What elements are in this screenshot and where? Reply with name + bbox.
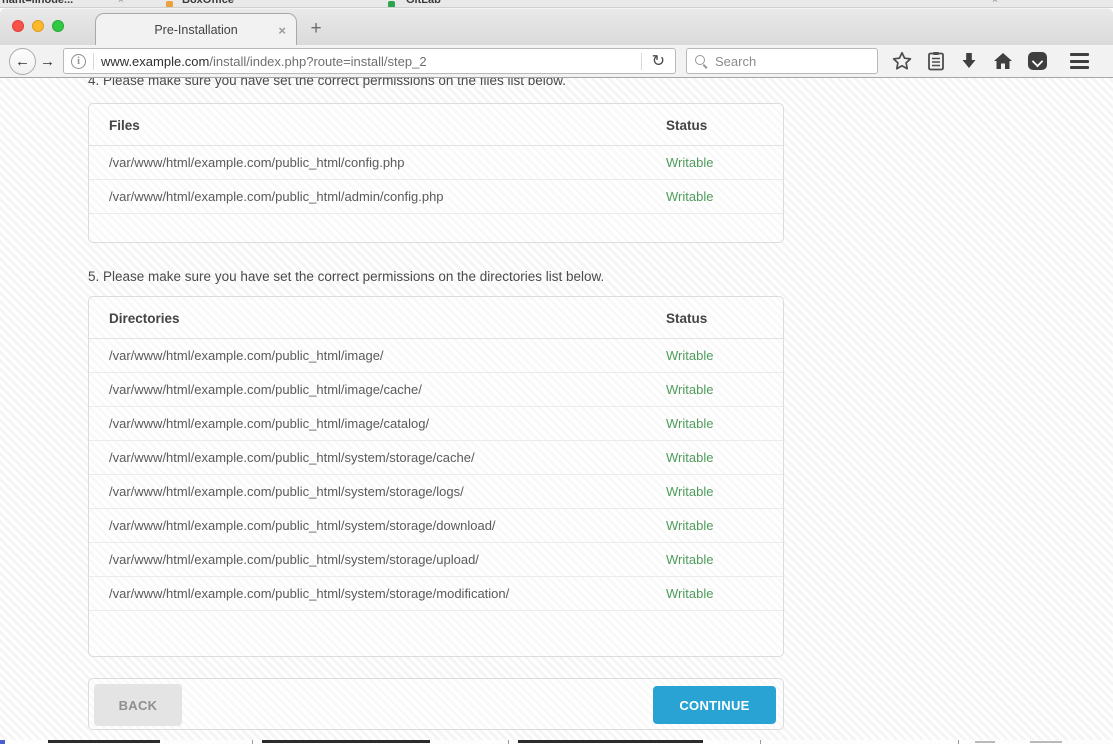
column-header-directories: Directories bbox=[109, 311, 666, 326]
bookmark-star-icon[interactable] bbox=[892, 51, 912, 71]
table-header: Files Status bbox=[89, 104, 783, 146]
directory-path: /var/www/html/example.com/public_html/sy… bbox=[109, 586, 666, 601]
gitlab-favicon bbox=[388, 1, 395, 8]
table-row: /var/www/html/example.com/public_html/im… bbox=[89, 407, 783, 441]
table-row: /var/www/html/example.com/public_html/sy… bbox=[89, 577, 783, 611]
step-4-instruction: 4. Please make sure you have set the cor… bbox=[88, 78, 566, 88]
files-table: Files Status /var/www/html/example.com/p… bbox=[88, 103, 784, 243]
actions-panel: BACK CONTINUE bbox=[88, 678, 784, 730]
directory-path: /var/www/html/example.com/public_html/sy… bbox=[109, 450, 666, 465]
back-step-button[interactable]: BACK bbox=[94, 684, 182, 726]
background-text-fragment bbox=[48, 740, 160, 743]
table-body: /var/www/html/example.com/public_html/im… bbox=[89, 339, 783, 611]
divider bbox=[760, 740, 761, 744]
new-tab-button[interactable]: + bbox=[303, 16, 329, 42]
url-bar[interactable]: i www.example.com/install/index.php?rout… bbox=[63, 48, 676, 74]
browser-window: Pre-Installation × + ← → i www.example.c… bbox=[0, 8, 1113, 744]
directories-table: Directories Status /var/www/html/example… bbox=[88, 296, 784, 657]
tab-title: Pre-Installation bbox=[154, 23, 237, 37]
home-icon[interactable] bbox=[993, 51, 1013, 71]
status-badge: Writable bbox=[666, 189, 763, 204]
url-path: /install/index.php?route=install/step_2 bbox=[209, 54, 426, 69]
table-row: /var/www/html/example.com/public_html/sy… bbox=[89, 475, 783, 509]
reload-icon[interactable]: ↻ bbox=[649, 51, 668, 71]
directory-path: /var/www/html/example.com/public_html/im… bbox=[109, 416, 666, 431]
background-tab-label: GitLab bbox=[406, 0, 441, 6]
table-row: /var/www/html/example.com/public_html/sy… bbox=[89, 543, 783, 577]
divider bbox=[252, 740, 253, 744]
close-icon: × bbox=[992, 0, 998, 6]
table-row: /var/www/html/example.com/public_html/ad… bbox=[89, 180, 783, 214]
tab-pre-installation[interactable]: Pre-Installation × bbox=[95, 13, 297, 46]
url-domain: www.example.com bbox=[101, 54, 209, 69]
background-text-fragment bbox=[518, 740, 703, 743]
background-tab-label: BoxOffice bbox=[182, 0, 234, 6]
background-window-tabstrip: hant=linode... × BoxOffice GitLab × bbox=[0, 0, 1113, 8]
tab-close-icon[interactable]: × bbox=[278, 23, 286, 38]
status-badge: Writable bbox=[666, 382, 763, 397]
file-path: /var/www/html/example.com/public_html/co… bbox=[109, 155, 666, 170]
background-text-fragment bbox=[1030, 741, 1062, 743]
minimize-window-button[interactable] bbox=[32, 20, 44, 32]
table-header: Directories Status bbox=[89, 297, 783, 339]
directory-path: /var/www/html/example.com/public_html/sy… bbox=[109, 518, 666, 533]
site-info-icon[interactable]: i bbox=[71, 54, 86, 69]
background-text-fragment bbox=[975, 741, 995, 743]
close-window-button[interactable] bbox=[12, 20, 24, 32]
table-row: /var/www/html/example.com/public_html/sy… bbox=[89, 441, 783, 475]
table-row: /var/www/html/example.com/public_html/co… bbox=[89, 146, 783, 180]
step-5-instruction: 5. Please make sure you have set the cor… bbox=[88, 269, 604, 284]
table-row: /var/www/html/example.com/public_html/im… bbox=[89, 373, 783, 407]
background-tab-label: hant=linode... bbox=[2, 0, 73, 6]
table-row: /var/www/html/example.com/public_html/sy… bbox=[89, 509, 783, 543]
table-row: /var/www/html/example.com/public_html/im… bbox=[89, 339, 783, 373]
divider bbox=[641, 53, 642, 70]
back-button[interactable]: ← bbox=[9, 48, 36, 75]
background-window-bottom-edge bbox=[0, 740, 1113, 744]
directory-path: /var/www/html/example.com/public_html/im… bbox=[109, 382, 666, 397]
column-header-status: Status bbox=[666, 118, 763, 133]
column-header-status: Status bbox=[666, 311, 763, 326]
file-path: /var/www/html/example.com/public_html/ad… bbox=[109, 189, 666, 204]
forward-button[interactable]: → bbox=[40, 53, 55, 70]
column-header-files: Files bbox=[109, 118, 666, 133]
toolbar-icons bbox=[892, 51, 1089, 71]
search-input[interactable] bbox=[715, 54, 891, 69]
back-icon: ← bbox=[15, 53, 30, 70]
close-icon: × bbox=[118, 0, 124, 6]
status-badge: Writable bbox=[666, 484, 763, 499]
directory-path: /var/www/html/example.com/public_html/sy… bbox=[109, 552, 666, 567]
divider bbox=[508, 740, 509, 744]
pocket-icon[interactable] bbox=[1028, 52, 1047, 70]
url-text[interactable]: www.example.com/install/index.php?route=… bbox=[101, 54, 634, 69]
zoom-window-button[interactable] bbox=[52, 20, 64, 32]
table-body: /var/www/html/example.com/public_html/co… bbox=[89, 146, 783, 214]
status-badge: Writable bbox=[666, 552, 763, 567]
search-icon bbox=[695, 55, 708, 68]
forward-icon: → bbox=[40, 53, 55, 70]
titlebar: Pre-Installation × + bbox=[0, 8, 1113, 45]
directory-path: /var/www/html/example.com/public_html/im… bbox=[109, 348, 666, 363]
status-badge: Writable bbox=[666, 518, 763, 533]
navigation-toolbar: ← → i www.example.com/install/index.php?… bbox=[0, 45, 1113, 78]
page-content: 4. Please make sure you have set the cor… bbox=[0, 78, 1113, 740]
status-badge: Writable bbox=[666, 155, 763, 170]
download-icon[interactable] bbox=[960, 51, 978, 71]
divider bbox=[93, 53, 94, 70]
status-badge: Writable bbox=[666, 586, 763, 601]
background-text-fragment bbox=[262, 740, 430, 743]
status-badge: Writable bbox=[666, 416, 763, 431]
nav-buttons: ← → bbox=[9, 48, 55, 75]
boxoffice-favicon bbox=[166, 1, 173, 8]
status-badge: Writable bbox=[666, 348, 763, 363]
window-controls bbox=[12, 20, 64, 32]
background-window-corner bbox=[0, 740, 5, 744]
search-bar[interactable] bbox=[686, 48, 878, 74]
menu-icon[interactable] bbox=[1070, 53, 1089, 69]
divider bbox=[958, 740, 959, 744]
continue-button[interactable]: CONTINUE bbox=[653, 686, 776, 724]
directory-path: /var/www/html/example.com/public_html/sy… bbox=[109, 484, 666, 499]
status-badge: Writable bbox=[666, 450, 763, 465]
bookmarks-list-icon[interactable] bbox=[927, 51, 945, 71]
